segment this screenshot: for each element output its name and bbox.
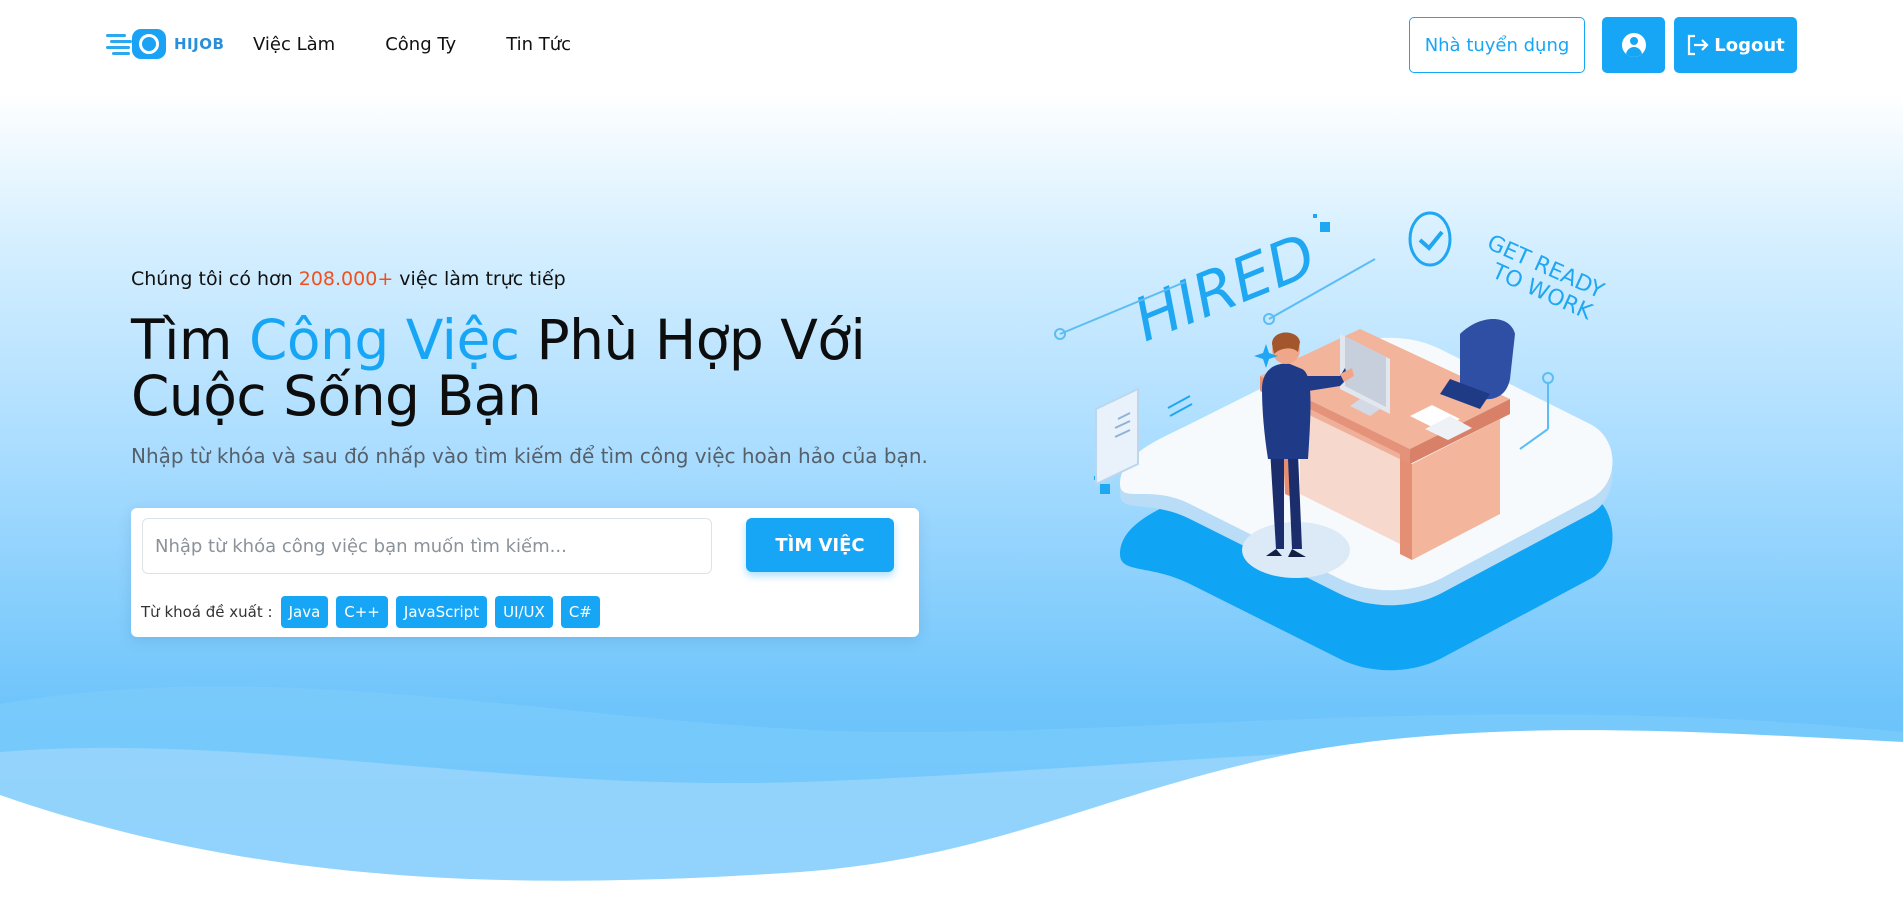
hero-headline: Tìm Công Việc Phù Hợp Với Cuộc Sống Bạn bbox=[131, 312, 891, 424]
brand-name: HIJOB bbox=[174, 35, 225, 53]
nav-item-news[interactable]: Tin Tức bbox=[506, 34, 571, 55]
keyword-tag[interactable]: C++ bbox=[336, 596, 388, 628]
headline-pre: Tìm bbox=[131, 308, 249, 372]
search-input[interactable] bbox=[142, 518, 712, 574]
hero-subtitle: Chúng tôi có hơn 208.000+ việc làm trực … bbox=[131, 268, 566, 290]
hero-section: Chúng tôi có hơn 208.000+ việc làm trực … bbox=[0, 92, 1903, 907]
keyword-tag[interactable]: JavaScript bbox=[395, 596, 488, 628]
top-header: HIJOB Việc Làm Công Ty Tin Tức Nhà tuyển… bbox=[0, 0, 1903, 92]
user-button[interactable] bbox=[1602, 17, 1665, 73]
recruiter-button[interactable]: Nhà tuyển dụng bbox=[1409, 17, 1585, 73]
search-card: TÌM VIỆC Từ khoá đề xuất : Java C++ Java… bbox=[131, 508, 919, 637]
hero-description: Nhập từ khóa và sau đó nhấp vào tìm kiếm… bbox=[131, 444, 928, 468]
keyword-tag[interactable]: UI/UX bbox=[495, 596, 553, 628]
logout-icon bbox=[1688, 34, 1709, 56]
nav-item-jobs[interactable]: Việc Làm bbox=[253, 34, 335, 55]
brand-logo[interactable]: HIJOB bbox=[106, 26, 224, 62]
keyword-suggestions: Từ khoá đề xuất : Java C++ JavaScript UI… bbox=[141, 596, 600, 628]
keyword-tag[interactable]: Java bbox=[280, 596, 329, 628]
logout-button[interactable]: Logout bbox=[1674, 17, 1797, 73]
logout-label: Logout bbox=[1714, 34, 1785, 56]
subtitle-pre: Chúng tôi có hơn bbox=[131, 268, 299, 290]
main-nav: Việc Làm Công Ty Tin Tức bbox=[253, 34, 571, 55]
job-count: 208.000+ bbox=[298, 268, 394, 290]
subtitle-post: việc làm trực tiếp bbox=[393, 268, 566, 290]
headline-highlight: Công Việc bbox=[248, 308, 520, 372]
logo-icon bbox=[106, 26, 168, 62]
suggest-label: Từ khoá đề xuất : bbox=[141, 603, 273, 621]
nav-item-companies[interactable]: Công Ty bbox=[385, 34, 456, 55]
user-icon bbox=[1621, 33, 1646, 57]
keyword-tag[interactable]: C# bbox=[560, 596, 600, 628]
search-button[interactable]: TÌM VIỆC bbox=[746, 518, 894, 572]
hired-illustration: HIRED GET READY TO WORK bbox=[1054, 211, 1613, 671]
